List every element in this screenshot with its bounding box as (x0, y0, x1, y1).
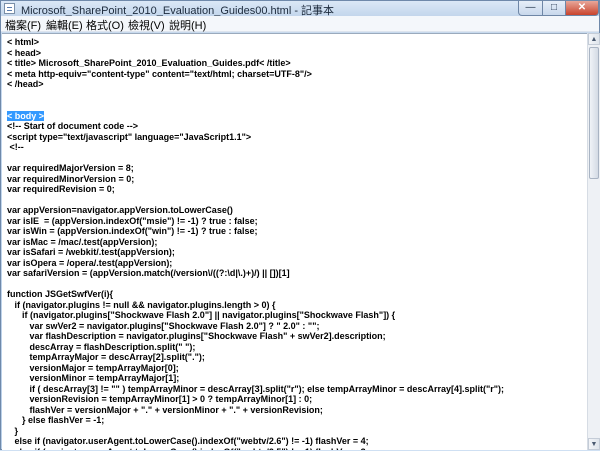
text-line: < html> (7, 37, 40, 47)
title-bar[interactable]: Microsoft_SharePoint_2010_Evaluation_Gui… (1, 1, 599, 17)
menu-help[interactable]: 說明(H) (169, 17, 206, 33)
menu-view[interactable]: 檢視(V) (128, 17, 165, 33)
text-line: if (navigator.plugins != null && navigat… (7, 299, 276, 310)
vertical-scrollbar[interactable]: ▲ ▼ (587, 33, 600, 450)
scroll-thumb[interactable] (589, 47, 599, 179)
text-line: <!-- Start of document code --> (7, 121, 139, 131)
text-line: } else flashVer = -1; (7, 415, 105, 425)
text-line: versionRevision = tempArrayMinor[1] > 0 … (7, 394, 313, 404)
text-line (7, 100, 504, 111)
notepad-window: Microsoft_SharePoint_2010_Evaluation_Gui… (0, 0, 600, 450)
maximize-button[interactable]: □ (542, 1, 566, 16)
text-line: else if (navigator.userAgent.toLowerCase… (7, 436, 369, 446)
document-text: < html> < head> < title> Microsoft_SharePo… (7, 37, 504, 450)
text-line: < head> (7, 47, 42, 58)
text-line: var requiredMajorVersion = 8; (7, 163, 134, 173)
text-line: function JSGetSwfVer(i){ (7, 289, 114, 299)
minimize-button[interactable]: — (518, 1, 543, 16)
text-line: var requiredRevision = 0; (7, 184, 115, 194)
text-line: < meta http-equiv="content-type" content… (7, 68, 312, 79)
text-line (7, 153, 504, 164)
text-line (7, 195, 504, 206)
menu-edit[interactable]: 編輯(E) (46, 17, 83, 33)
notepad-icon (4, 3, 15, 14)
text-line: } (7, 425, 19, 436)
text-line: var isIE = (appVersion.indexOf("msie") !… (7, 215, 258, 226)
selected-text: < body > (7, 110, 45, 121)
text-line (7, 279, 504, 290)
text-line: if ( descArray[3] != "" ) tempArrayMinor… (7, 383, 505, 394)
text-editor[interactable]: < html> < head> < title> Microsoft_SharePo… (2, 33, 587, 450)
close-button[interactable]: ✕ (565, 1, 599, 16)
text-line: var appVersion=navigator.appVersion.toLo… (7, 205, 233, 215)
text-line: descArray = flashDescription.split(" "); (7, 341, 196, 352)
scroll-down-icon[interactable]: ▼ (588, 438, 600, 450)
text-line: tempArrayMajor = descArray[2].split(".")… (7, 352, 205, 362)
text-line: var swVer2 = navigator.plugins["Shockwav… (7, 320, 320, 331)
text-line: flashVer = versionMajor + "." + versionM… (7, 404, 323, 415)
menu-file[interactable]: 檔案(F) (5, 17, 41, 33)
menu-format[interactable]: 格式(O) (86, 17, 124, 33)
text-line: versionMinor = tempArrayMajor[1]; (7, 373, 180, 383)
text-line: var requiredMinorVersion = 0; (7, 173, 135, 184)
text-line: < body > (7, 110, 504, 122)
text-line (7, 90, 504, 101)
text-line: < title> Microsoft_SharePoint_2010_Evalu… (7, 58, 291, 68)
text-line: < /head> (7, 79, 44, 89)
text-line: var safariVersion = (appVersion.match(/v… (7, 268, 290, 278)
text-line: var isOpera = /opera/.test(appVersion); (7, 257, 173, 268)
text-line: if (navigator.plugins["Shockwave Flash 2… (7, 310, 396, 320)
text-line: var isSafari = /webkit/.test(appVersion)… (7, 247, 175, 257)
text-line: versionMajor = tempArrayMajor[0]; (7, 362, 179, 373)
scroll-up-icon[interactable]: ▲ (588, 33, 600, 45)
text-line: var isWin = (appVersion.indexOf("win") !… (7, 226, 258, 236)
text-line: <script type="text/javascript" language=… (7, 131, 252, 142)
text-line: else if (navigator.userAgent.toLowerCase… (7, 447, 504, 451)
text-line: var flashDescription = navigator.plugins… (7, 331, 386, 341)
text-line: var isMac = /mac/.test(appVersion); (7, 236, 158, 247)
menu-bar: 檔案(F) 編輯(E) 格式(O) 檢視(V) 說明(H) (1, 16, 599, 32)
text-line: <!-- (7, 142, 24, 152)
